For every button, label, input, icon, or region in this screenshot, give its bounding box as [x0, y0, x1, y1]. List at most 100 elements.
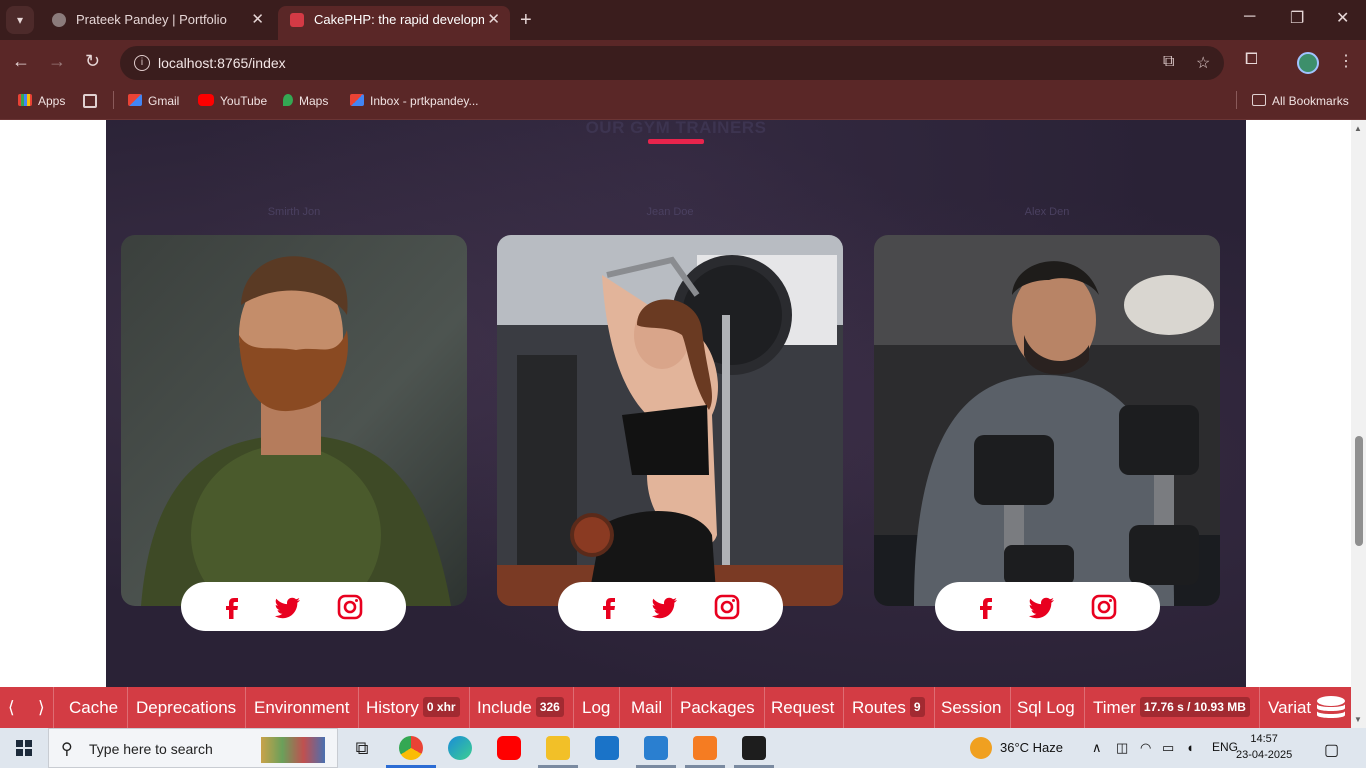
- facebook-icon[interactable]: [595, 593, 623, 621]
- edge-icon[interactable]: [448, 736, 472, 760]
- instagram-icon[interactable]: [713, 593, 741, 621]
- chrome-icon[interactable]: [399, 736, 423, 760]
- back-arrow-icon[interactable]: ←: [12, 51, 30, 72]
- page-scrollbar[interactable]: ▲ ▼: [1351, 120, 1366, 728]
- facebook-icon[interactable]: [218, 593, 246, 621]
- profile-avatar[interactable]: [1297, 52, 1319, 74]
- bookmark-youtube[interactable]: YouTube: [198, 94, 267, 108]
- terminal-icon[interactable]: [742, 736, 766, 760]
- bookmark-inbox[interactable]: Inbox - prtkpandey...: [350, 94, 479, 108]
- title-underline: [648, 139, 704, 144]
- restore-icon[interactable]: ❐: [1290, 8, 1304, 28]
- bookmark-maps[interactable]: Maps: [283, 94, 328, 108]
- twitter-icon[interactable]: [651, 593, 679, 621]
- debugkit-panel-log[interactable]: Log: [573, 687, 621, 728]
- cakephp-logo-icon[interactable]: [1315, 695, 1347, 719]
- all-bookmarks[interactable]: All Bookmarks: [1252, 94, 1349, 108]
- debugkit-prev-button[interactable]: ⟨: [0, 687, 23, 728]
- debugkit-panel-environment[interactable]: Environment: [245, 687, 360, 728]
- new-tab-plus-icon[interactable]: +: [520, 8, 532, 32]
- debugkit-next-button[interactable]: ⟩: [30, 687, 54, 728]
- page-viewport: OUR GYM TRAINERS Smirth Jon Jean Doe Ale…: [0, 120, 1351, 687]
- instagram-icon[interactable]: [336, 593, 364, 621]
- close-icon[interactable]: ✕: [251, 6, 264, 34]
- debugkit-panel-routes[interactable]: Routes 9: [843, 687, 935, 728]
- trainers-section: OUR GYM TRAINERS Smirth Jon Jean Doe Ale…: [106, 120, 1246, 687]
- tab-search-chevron-icon[interactable]: ▾: [6, 6, 34, 34]
- debugkit-panel-variables[interactable]: Variat: [1259, 687, 1320, 728]
- tab-portfolio[interactable]: Prateek Pandey | Portfolio ✕: [40, 6, 274, 40]
- extensions-puzzle-icon[interactable]: ⧠: [1245, 51, 1258, 69]
- task-view-icon[interactable]: ⧉: [350, 736, 374, 760]
- panel-badge: 326: [535, 697, 564, 717]
- url-text[interactable]: localhost:8765/index: [158, 55, 286, 71]
- scroll-up-arrow-icon[interactable]: ▲: [1354, 124, 1362, 133]
- tab-title: CakePHP: the rapid development php frame…: [314, 12, 484, 27]
- bookmark-apps[interactable]: Apps: [18, 94, 65, 108]
- file-explorer-icon[interactable]: [546, 736, 570, 760]
- site-info-icon[interactable]: i: [134, 55, 150, 71]
- address-bar[interactable]: i localhost:8765/index ⧉ ☆: [120, 46, 1224, 80]
- section-title: OUR GYM TRAINERS: [585, 120, 767, 137]
- close-icon[interactable]: ✕: [487, 6, 500, 34]
- scroll-down-arrow-icon[interactable]: ▼: [1354, 715, 1362, 724]
- panel-label: Cache: [69, 698, 119, 717]
- battery-icon[interactable]: ▭: [1162, 740, 1174, 756]
- debugkit-panel-history[interactable]: History 0 xhr: [357, 687, 470, 728]
- mail-icon[interactable]: [595, 736, 619, 760]
- panel-label: Sql Log: [1017, 698, 1075, 717]
- browser-toolbar: ← → ↻ i localhost:8765/index ⧉ ☆ ⧠ ⋮: [0, 40, 1366, 86]
- tray-chevron-up-icon[interactable]: ∧: [1092, 740, 1102, 756]
- star-bookmark-icon[interactable]: ☆: [1196, 53, 1210, 73]
- system-clock[interactable]: 14:57 23-04-2025: [1236, 731, 1292, 763]
- language-indicator[interactable]: ENG: [1212, 740, 1238, 754]
- menu-dots-icon[interactable]: ⋮: [1338, 51, 1354, 71]
- panel-badge: 9: [909, 697, 925, 717]
- forward-arrow-icon[interactable]: →: [48, 51, 66, 72]
- debugkit-panel-sql-log[interactable]: Sql Log: [1008, 687, 1085, 728]
- bookmark-gmail[interactable]: Gmail: [128, 94, 179, 108]
- meet-icon[interactable]: ◫: [1116, 740, 1128, 756]
- xampp-icon[interactable]: [693, 736, 717, 760]
- weather-haze-icon[interactable]: [970, 737, 992, 759]
- wifi-icon[interactable]: ◠: [1140, 740, 1151, 756]
- windows-start-icon[interactable]: [16, 740, 32, 756]
- trainer-name: Jean Doe: [646, 206, 694, 218]
- taskbar-search-box[interactable]: ⚲ Type here to search: [48, 728, 338, 768]
- trainer-name: Smirth Jon: [267, 206, 321, 218]
- panel-label: Mail: [631, 698, 663, 717]
- youtube-app-icon[interactable]: [497, 736, 521, 760]
- trainer-card: [874, 235, 1220, 606]
- gmail-icon: [128, 94, 142, 106]
- debugkit-panel-session[interactable]: Session: [932, 687, 1012, 728]
- twitter-icon[interactable]: [274, 593, 302, 621]
- panel-label: Deprecations: [136, 698, 237, 717]
- books-illustration-icon: [261, 737, 325, 763]
- trainer-card: [497, 235, 843, 606]
- debugkit-panel-timer[interactable]: Timer 17.76 s / 10.93 MB: [1084, 687, 1260, 728]
- debugkit-panel-cache[interactable]: Cache: [60, 687, 129, 728]
- vscode-icon[interactable]: [644, 736, 668, 760]
- panel-badge: 17.76 s / 10.93 MB: [1139, 697, 1250, 717]
- window-close-icon[interactable]: ✕: [1336, 8, 1349, 28]
- grid-icon[interactable]: [83, 94, 103, 110]
- translate-icon[interactable]: ⧉: [1163, 53, 1174, 71]
- volume-icon[interactable]: ◖: [1186, 740, 1194, 755]
- facebook-icon[interactable]: [972, 593, 1000, 621]
- panel-label: Timer: [1093, 698, 1136, 717]
- minimize-icon[interactable]: ─: [1244, 8, 1255, 26]
- debugkit-panel-include[interactable]: Include 326: [468, 687, 574, 728]
- notifications-icon[interactable]: ▢: [1324, 740, 1339, 760]
- tab-title: Prateek Pandey | Portfolio: [76, 12, 227, 27]
- panel-badge: 0 xhr: [422, 697, 460, 717]
- debugkit-panel-request[interactable]: Request: [762, 687, 845, 728]
- debugkit-panel-packages[interactable]: Packages: [671, 687, 765, 728]
- reload-icon[interactable]: ↻: [85, 51, 100, 72]
- twitter-icon[interactable]: [1028, 593, 1056, 621]
- debugkit-panel-mail[interactable]: Mail: [622, 687, 673, 728]
- instagram-icon[interactable]: [1090, 593, 1118, 621]
- tab-cakephp[interactable]: CakePHP: the rapid development php frame…: [278, 6, 510, 40]
- weather-text[interactable]: 36°C Haze: [1000, 740, 1063, 755]
- debugkit-panel-deprecations[interactable]: Deprecations: [127, 687, 247, 728]
- scroll-thumb[interactable]: [1355, 436, 1363, 546]
